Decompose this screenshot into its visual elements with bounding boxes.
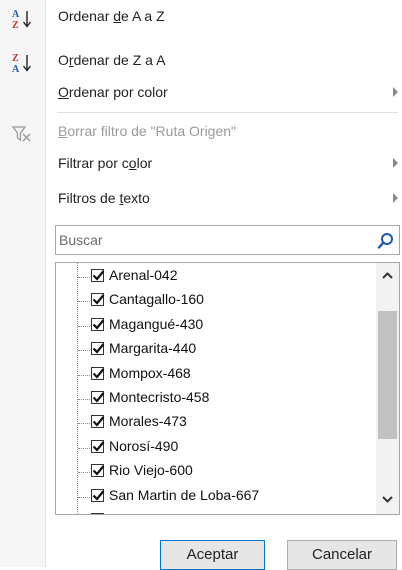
- sort-ascending-icon: A Z: [10, 8, 34, 31]
- sort-by-color-item[interactable]: Ordenar por color: [0, 76, 402, 110]
- list-item-label: Margarita-440: [109, 340, 197, 357]
- list-item[interactable]: San Pablo-670: [56, 509, 376, 515]
- scroll-down-icon[interactable]: [380, 492, 395, 506]
- scrollbar-thumb[interactable]: [378, 311, 397, 439]
- search-icon[interactable]: [377, 232, 395, 250]
- list-item[interactable]: Norosí-490: [56, 436, 376, 460]
- scroll-up-icon[interactable]: [380, 269, 395, 283]
- tree-connector: [78, 325, 90, 327]
- sort-a-to-z-label: Ordenar de A a Z: [58, 8, 165, 24]
- list-item[interactable]: Montecristo-458: [56, 387, 376, 411]
- list-item[interactable]: Rio Viejo-600: [56, 460, 376, 484]
- cancel-button[interactable]: Cancelar: [287, 540, 397, 570]
- item-checkbox[interactable]: [91, 391, 105, 404]
- submenu-arrow-icon: [393, 193, 398, 203]
- sort-z-to-a-item[interactable]: Z A Ordenar de Z a A: [0, 44, 402, 78]
- tree-connector: [78, 374, 90, 376]
- list-item-label: Mompox-468: [109, 364, 191, 381]
- list-item[interactable]: Morales-473: [56, 411, 376, 435]
- text-filters-item[interactable]: Filtros de texto: [0, 182, 402, 216]
- vertical-scrollbar[interactable]: [376, 263, 399, 514]
- checkmark-icon: [92, 294, 105, 306]
- checkmark-icon: [92, 489, 105, 501]
- tree-connector: [78, 472, 90, 474]
- list-item[interactable]: Mompox-468: [56, 363, 376, 387]
- svg-text:Z: Z: [12, 53, 19, 64]
- list-item-label: San Pablo-670: [109, 511, 202, 514]
- checkmark-icon: [92, 441, 105, 452]
- filter-by-color-item[interactable]: Filtrar por color: [0, 147, 402, 181]
- tree-connector: [78, 399, 90, 400]
- item-checkbox[interactable]: [91, 439, 105, 453]
- list-item-label: Arenal-042: [109, 267, 178, 283]
- text-filters-label: Filtros de texto: [58, 190, 150, 206]
- tree-connector: [78, 350, 90, 352]
- list-item-label: San Martin de Loba-667: [109, 486, 260, 503]
- tree-connector: [78, 423, 90, 425]
- sort-descending-icon: Z A: [10, 52, 34, 75]
- checkmark-icon: [92, 270, 105, 281]
- item-checkbox[interactable]: [91, 342, 105, 356]
- checkmark-icon: [92, 392, 105, 403]
- list-item-label: Magangué-430: [109, 315, 204, 332]
- item-checkbox[interactable]: [91, 293, 105, 307]
- list-item-label: Rio Viejo-600: [109, 462, 193, 479]
- clear-filter-label: Borrar filtro de "Ruta Origen": [58, 123, 237, 139]
- list-item[interactable]: Magangué-430: [56, 314, 376, 338]
- checkmark-icon: [92, 343, 105, 354]
- submenu-arrow-icon: [393, 158, 398, 168]
- checkmark-icon: [92, 319, 105, 330]
- checkmark-icon: [92, 465, 105, 476]
- svg-text:Z: Z: [12, 20, 19, 30]
- checkmark-icon: [92, 416, 105, 428]
- checkmark-icon: [91, 512, 106, 515]
- sort-a-to-z-item[interactable]: A Z Ordenar de A a Z: [0, 0, 402, 34]
- submenu-arrow-icon: [393, 87, 398, 97]
- search-box: [55, 225, 400, 255]
- checkmark-icon: [92, 367, 105, 379]
- menu-separator: [57, 112, 398, 113]
- list-item[interactable]: San Martin de Loba-667: [56, 485, 376, 509]
- item-checkbox[interactable]: [91, 269, 105, 282]
- item-checkbox[interactable]: [91, 488, 105, 502]
- list-item-label: Norosí-490: [109, 437, 179, 454]
- svg-text:A: A: [12, 9, 20, 20]
- autofilter-dropdown: A Z Ordenar de A a Z Z A Ordenar de Z a …: [0, 0, 402, 570]
- clear-filter-icon: [10, 123, 34, 143]
- sort-by-color-label: Ordenar por color: [58, 84, 168, 100]
- sort-z-to-a-label: Ordenar de Z a A: [58, 52, 166, 68]
- item-checkbox[interactable]: [91, 366, 105, 380]
- list-item[interactable]: Arenal-042: [56, 265, 376, 289]
- tree-connector: [78, 301, 90, 303]
- tree-connector: [78, 496, 90, 498]
- item-checkbox[interactable]: [91, 317, 105, 331]
- filter-values-list: Arenal-042 Cantagallo-160 Magangué-430 Marg…: [55, 262, 400, 515]
- filter-by-color-label: Filtrar por color: [58, 155, 153, 171]
- list-item-label: Morales-473: [109, 413, 187, 430]
- search-input[interactable]: [59, 229, 369, 251]
- list-item[interactable]: Margarita-440: [56, 338, 376, 362]
- svg-text:A: A: [12, 64, 20, 74]
- item-checkbox[interactable]: [91, 512, 106, 515]
- tree-connector: [78, 277, 90, 278]
- list-item-label: Montecristo-458: [109, 389, 210, 405]
- list-item-label: Cantagallo-160: [109, 291, 204, 308]
- clear-filter-item[interactable]: Borrar filtro de "Ruta Origen": [0, 115, 402, 149]
- item-checkbox[interactable]: [91, 415, 105, 429]
- item-checkbox[interactable]: [91, 464, 105, 478]
- tree-connector: [78, 447, 90, 449]
- ok-button[interactable]: Aceptar: [160, 540, 265, 570]
- list-item[interactable]: Cantagallo-160: [56, 289, 376, 313]
